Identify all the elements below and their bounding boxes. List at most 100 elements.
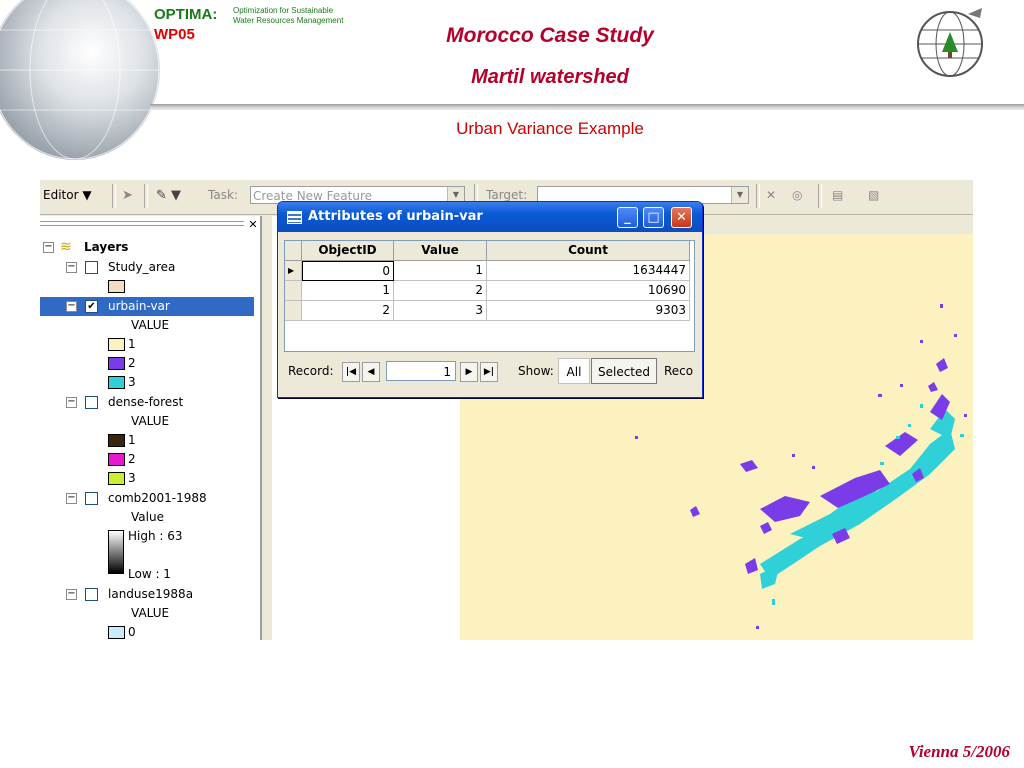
toc-root-layers[interactable]: − ≋ Layers — [40, 238, 254, 257]
legend-label: 3 — [128, 375, 136, 389]
split-tool-icon[interactable]: ✕ — [766, 188, 776, 202]
legend-swatch — [108, 626, 125, 639]
brand-subtitle: Optimization for Sustainable Water Resou… — [233, 6, 343, 26]
legend-item: 3 — [40, 373, 254, 392]
table-cell[interactable]: 1 — [302, 281, 394, 301]
editor-menu[interactable]: Editor ▼ — [43, 188, 92, 202]
brand-subtitle-line1: Optimization for Sustainable — [233, 6, 334, 15]
collapse-icon[interactable]: − — [66, 397, 77, 408]
row-selector[interactable] — [285, 281, 302, 301]
toc-layer-comb2001-1988[interactable]: − comb2001-1988 — [40, 489, 254, 508]
legend-label: 1 — [128, 433, 136, 447]
legend-high: High : 63 — [40, 527, 254, 546]
record-number-input[interactable]: 1 — [386, 361, 456, 381]
layer-visibility-checkbox[interactable]: ✔ — [85, 300, 98, 313]
table-cell[interactable]: 2 — [394, 281, 487, 301]
layer-name: landuse1988a — [108, 587, 194, 601]
next-record-icon[interactable]: ▶ — [460, 362, 478, 382]
chevron-down-icon[interactable]: ▼ — [731, 187, 748, 203]
sketch-properties-icon[interactable]: ▧ — [868, 188, 879, 202]
table-of-contents: ✕ − ≋ Layers − Study_area − ✔ urbain-var… — [40, 216, 262, 640]
table-cell[interactable]: 1634447 — [487, 261, 690, 281]
legend-field: VALUE — [40, 604, 254, 623]
show-all-button[interactable]: All — [558, 358, 590, 384]
target-label: Target: — [486, 188, 528, 202]
table-cell[interactable]: 9303 — [487, 301, 690, 321]
column-header-objectid[interactable]: ObjectID — [302, 241, 394, 261]
previous-record-icon[interactable]: ◀ — [362, 362, 380, 382]
minimize-button[interactable]: _ — [617, 207, 638, 228]
collapse-icon[interactable]: − — [66, 589, 77, 600]
layer-visibility-checkbox[interactable] — [85, 261, 98, 274]
legend-field: VALUE — [40, 412, 254, 431]
toc-layer-landuse1988a[interactable]: − landuse1988a — [40, 585, 254, 604]
toc-layer-urbain-var[interactable]: − ✔ urbain-var — [40, 297, 254, 316]
legend-swatch — [108, 280, 125, 293]
column-header-count[interactable]: Count — [487, 241, 690, 261]
slide-subtitle: Martil watershed — [471, 66, 629, 88]
layer-name: urbain-var — [108, 299, 170, 313]
toolbar-separator — [112, 184, 116, 208]
toolbar-separator — [756, 184, 760, 208]
footer-location-date: Vienna 5/2006 — [908, 742, 1010, 761]
legend-item: 1 — [40, 431, 254, 450]
legend-swatch — [108, 453, 125, 466]
layer-visibility-checkbox[interactable] — [85, 588, 98, 601]
toc-layer-dense-forest[interactable]: − dense-forest — [40, 393, 254, 412]
table-cell[interactable]: 3 — [394, 301, 487, 321]
row-selector-current[interactable]: ▶ — [285, 261, 302, 281]
layer-visibility-checkbox[interactable] — [85, 396, 98, 409]
attributes-window: Attributes of urbain-var _ □ ✕ ObjectID … — [277, 201, 703, 398]
brand-name: OPTIMA: — [154, 6, 218, 23]
table-cell[interactable]: 10690 — [487, 281, 690, 301]
table-icon — [287, 211, 302, 224]
collapse-icon[interactable]: − — [43, 242, 54, 253]
slide-title: Morocco Case Study — [446, 24, 654, 47]
collapse-icon[interactable]: − — [66, 262, 77, 273]
show-label: Show: — [518, 364, 554, 378]
attribute-table: ObjectID Value Count ▶ 0 1 1634447 1 2 1… — [284, 240, 695, 352]
record-navigator: Record: |◀ ◀ 1 ▶ ▶| Show: All Selected R… — [278, 357, 702, 393]
legend-item: 0 — [40, 623, 254, 640]
legend-field-label: VALUE — [131, 606, 170, 620]
maximize-button[interactable]: □ — [643, 207, 664, 228]
legend-item: 2 — [40, 354, 254, 373]
toc-grip[interactable] — [40, 221, 244, 226]
header-rule — [150, 104, 1024, 110]
legend-swatch — [108, 357, 125, 370]
last-record-icon[interactable]: ▶| — [480, 362, 498, 382]
table-cell[interactable]: 2 — [302, 301, 394, 321]
editor-menu-label: Editor — [43, 188, 79, 202]
legend-item: 1 — [40, 335, 254, 354]
layer-name: Study_area — [108, 260, 176, 274]
toolbar-separator — [144, 184, 148, 208]
close-icon[interactable]: ✕ — [246, 218, 260, 232]
row-selector[interactable] — [285, 301, 302, 321]
section-title: Urban Variance Example — [456, 119, 644, 138]
column-header-value[interactable]: Value — [394, 241, 487, 261]
collapse-icon[interactable]: − — [66, 301, 77, 312]
legend-swatch — [108, 472, 125, 485]
legend-field-label: VALUE — [131, 414, 170, 428]
table-cell[interactable]: 1 — [394, 261, 487, 281]
toc-layer-study-area[interactable]: − Study_area — [40, 258, 254, 277]
records-label: Reco — [664, 364, 694, 378]
table-cell[interactable]: 0 — [302, 261, 394, 281]
window-titlebar[interactable]: Attributes of urbain-var _ □ ✕ — [278, 202, 702, 232]
layer-name: dense-forest — [108, 395, 184, 409]
legend-swatch — [108, 376, 125, 389]
attributes-icon[interactable]: ▤ — [832, 188, 843, 202]
layers-icon: ≋ — [60, 239, 72, 255]
legend-label: 1 — [128, 337, 136, 351]
legend-label: 3 — [128, 471, 136, 485]
sketch-pencil-icon[interactable]: ✎ ▼ — [156, 188, 181, 203]
collapse-icon[interactable]: − — [66, 493, 77, 504]
edit-tool-arrow-icon[interactable]: ➤ — [122, 188, 133, 203]
legend-swatch — [108, 338, 125, 351]
close-button[interactable]: ✕ — [671, 207, 692, 228]
first-record-icon[interactable]: |◀ — [342, 362, 360, 382]
rotate-tool-icon[interactable]: ◎ — [792, 188, 802, 202]
layer-visibility-checkbox[interactable] — [85, 492, 98, 505]
legend-item: 3 — [40, 469, 254, 488]
show-selected-button[interactable]: Selected — [591, 358, 657, 384]
